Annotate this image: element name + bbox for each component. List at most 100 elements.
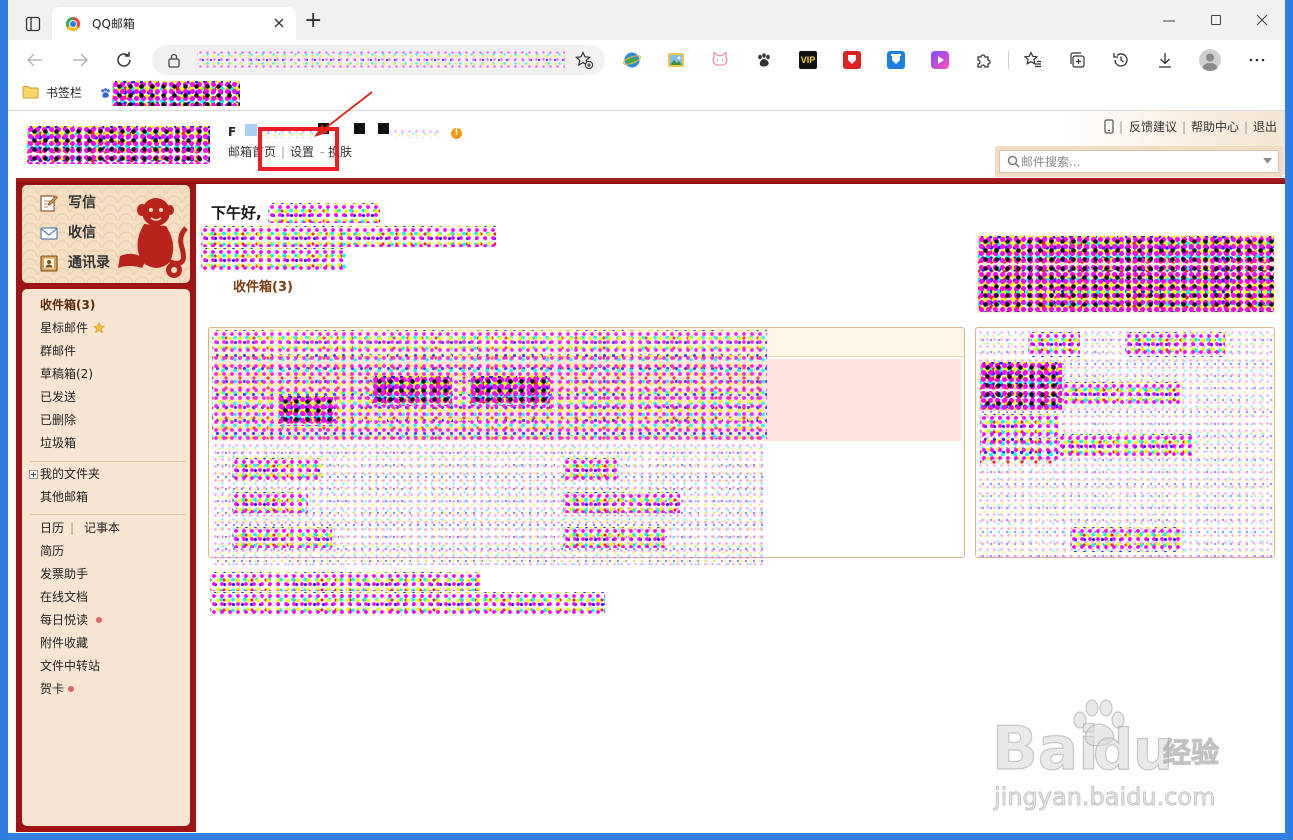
help-center-link[interactable]: 帮助中心 (1191, 119, 1239, 135)
redacted-mail-item[interactable] (232, 492, 308, 513)
annotation-arrow (314, 91, 373, 137)
sidebar-item-spam[interactable]: 垃圾箱 (40, 435, 76, 451)
new-tab-button[interactable]: + (304, 9, 322, 33)
redacted-url (197, 49, 565, 71)
receive-mail-icon[interactable] (40, 225, 58, 241)
chevron-down-icon[interactable] (1263, 158, 1272, 164)
sidebar-item-starred[interactable]: 星标邮件 (40, 320, 88, 336)
tab-qq-mail[interactable]: QQ邮箱 (52, 7, 296, 40)
redacted-footer-text (210, 572, 482, 591)
image-extension-icon[interactable] (667, 51, 685, 69)
vip-extension-icon[interactable]: VIP (799, 51, 817, 69)
redacted-footer-text (210, 592, 605, 614)
contacts-icon[interactable] (40, 255, 58, 272)
redacted-mail-item[interactable] (563, 527, 665, 548)
sidebar-item-my-folders[interactable]: 我的文件夹 (40, 466, 100, 482)
mail-search-input[interactable] (1021, 152, 1259, 171)
favorites-icon[interactable] (1024, 51, 1042, 69)
sidebar-item-attachments[interactable]: 附件收藏 (40, 635, 88, 651)
bookmark-folder[interactable]: 书签栏 (46, 85, 82, 101)
redacted-side-info (1070, 527, 1180, 552)
redacted-mail-item[interactable] (232, 458, 322, 480)
redacted-username (268, 203, 380, 223)
more-icon[interactable] (1248, 51, 1266, 69)
maximize-icon[interactable] (1210, 14, 1222, 26)
profile-avatar-icon[interactable] (1199, 49, 1221, 71)
puzzle-icon[interactable] (975, 51, 993, 69)
sidebar-item-drafts[interactable]: 草稿箱(2) (40, 366, 93, 382)
add-favorite-icon[interactable] (575, 51, 593, 69)
link-separator: | (1119, 120, 1124, 134)
sidebar-item-docs[interactable]: 在线文档 (40, 589, 88, 605)
sidebar-item-resume[interactable]: 简历 (40, 543, 64, 559)
redacted-info (201, 226, 496, 247)
watermark-brand-cn: 经验 (1162, 735, 1220, 769)
sidebar-item-notes[interactable]: 记事本 (84, 520, 120, 536)
star-icon (93, 322, 105, 334)
screen: QQ邮箱 + VIP 书签栏 F ! 邮箱首页 | 设置 - 换肤 | 反馈建议… (0, 0, 1293, 840)
tab-title: QQ邮箱 (92, 17, 135, 31)
sidebar-item-deleted[interactable]: 已删除 (40, 412, 76, 428)
minimize-icon[interactable] (1162, 14, 1176, 28)
toolbar-separator (1008, 51, 1009, 69)
close-window-icon[interactable] (1256, 14, 1268, 26)
sidebar-item-calendar[interactable]: 日历 (40, 520, 64, 536)
download-icon[interactable] (1156, 51, 1174, 69)
phone-icon[interactable] (1104, 119, 1114, 134)
sidebar-toggle-icon[interactable] (25, 16, 41, 32)
lock-icon[interactable] (167, 52, 181, 68)
refresh-icon[interactable] (115, 51, 133, 69)
redacted-side-info (980, 362, 1062, 410)
redacted-promo (978, 236, 1274, 312)
watermark-url: jingyan.baidu.com (993, 783, 1216, 812)
redacted-side-info (1062, 382, 1180, 406)
redacted-info (201, 248, 346, 270)
folder-icon (22, 85, 39, 99)
cat-extension-icon[interactable] (711, 51, 729, 69)
collections-icon[interactable] (1068, 51, 1086, 69)
feedback-link[interactable]: 反馈建议 (1129, 119, 1177, 135)
search-icon[interactable] (1007, 155, 1020, 168)
address-bar[interactable] (152, 45, 605, 75)
redacted-mail-item[interactable] (232, 527, 332, 548)
expand-icon[interactable] (29, 470, 38, 479)
sidebar-item-cards[interactable]: 贺卡 (40, 681, 64, 697)
compose-link[interactable]: 写信 (68, 194, 96, 212)
redacted-side-info (1058, 434, 1195, 458)
alert-icon[interactable]: ! (451, 128, 462, 139)
sidebar-item-daily-reading[interactable]: 每日悦读 (40, 612, 88, 628)
sidebar-item-sent[interactable]: 已发送 (40, 389, 76, 405)
logout-link[interactable]: 退出 (1253, 119, 1277, 135)
sidebar-item-file-transfer[interactable]: 文件中转站 (40, 658, 100, 674)
red-extension-icon[interactable] (843, 51, 861, 69)
redacted-side-info (1028, 332, 1080, 357)
redacted-name-part (245, 124, 257, 136)
video-extension-icon[interactable] (931, 51, 949, 69)
sidebar-item-inbox[interactable]: 收件箱(3) (40, 297, 95, 313)
redacted-mail-summary (470, 376, 550, 406)
receive-mail-link[interactable]: 收信 (68, 224, 96, 242)
forward-icon[interactable] (71, 51, 89, 69)
sidebar-item-group-mail[interactable]: 群邮件 (40, 343, 76, 359)
compose-icon[interactable] (40, 194, 58, 212)
redacted-side-info (980, 414, 1058, 464)
redacted-mail-item[interactable] (563, 458, 618, 480)
redacted-email (392, 128, 442, 138)
redacted-mail-item[interactable] (563, 492, 680, 513)
redacted-mail-summary (372, 376, 452, 406)
browser-favicon-icon (66, 17, 80, 31)
unread-dot (96, 617, 102, 623)
back-icon[interactable] (26, 51, 44, 69)
sidebar-item-other-mailboxes[interactable]: 其他邮箱 (40, 489, 88, 505)
close-icon[interactable] (273, 17, 285, 29)
redacted-logo (27, 126, 210, 164)
paw-extension-icon[interactable] (755, 51, 773, 69)
sidebar-item-invoice[interactable]: 发票助手 (40, 566, 88, 582)
tools-separator: | (70, 521, 75, 535)
globe-extension-icon[interactable] (623, 51, 641, 69)
history-icon[interactable] (1112, 51, 1130, 69)
inbox-link[interactable]: 收件箱(3) (233, 279, 293, 296)
contacts-link[interactable]: 通讯录 (68, 254, 110, 272)
sidebar-divider (30, 514, 185, 515)
blue-extension-icon[interactable] (887, 51, 905, 69)
